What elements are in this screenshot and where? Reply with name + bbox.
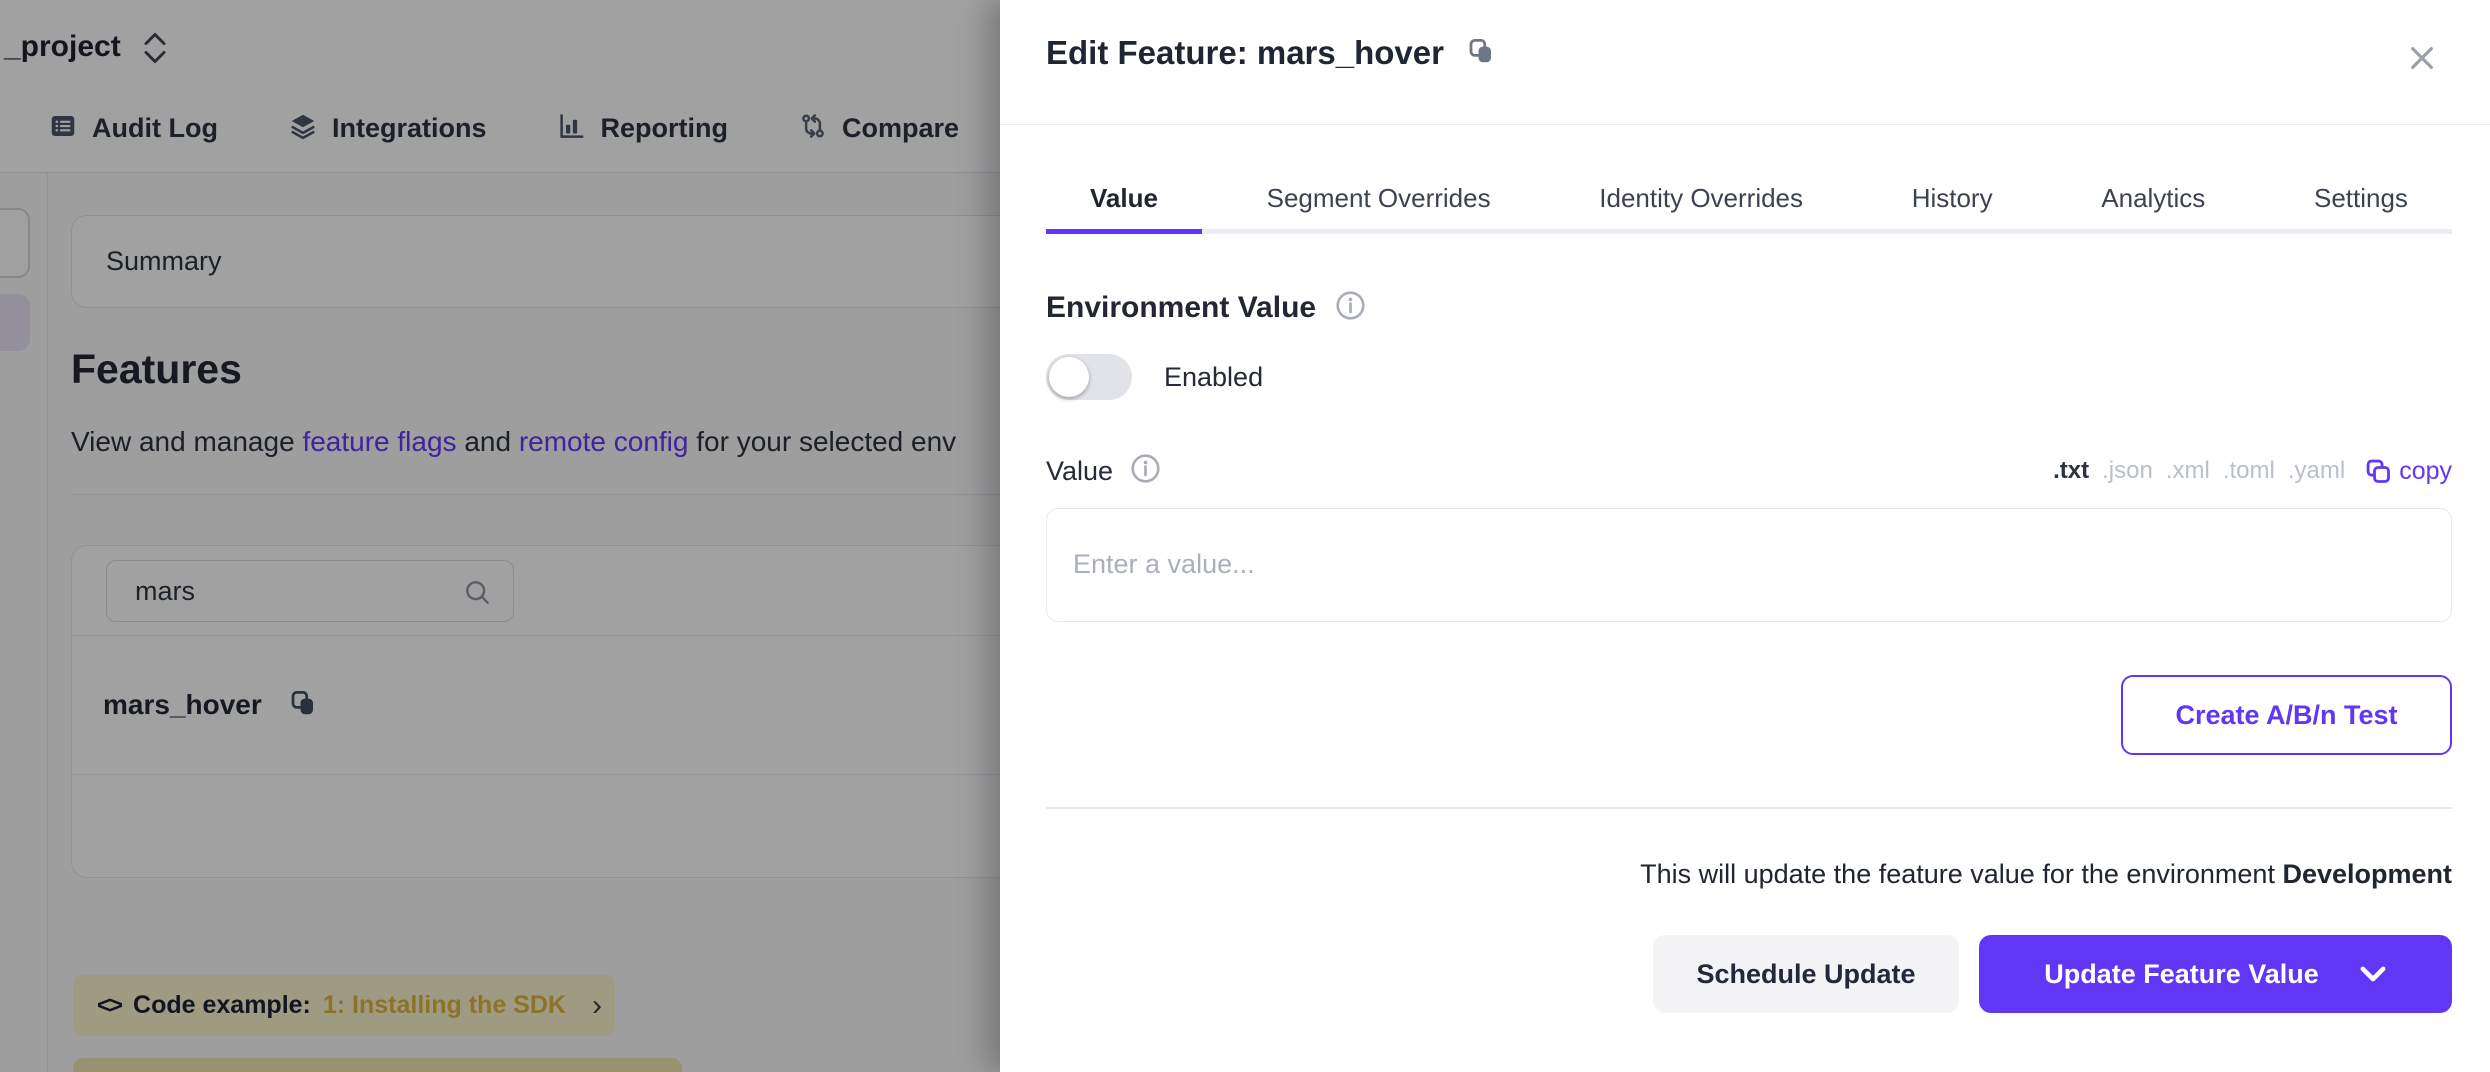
enabled-label: Enabled	[1164, 362, 1263, 393]
file-type-yaml[interactable]: .yaml	[2288, 457, 2345, 485]
file-type-txt[interactable]: .txt	[2053, 457, 2089, 485]
modal-header: Edit Feature: mars_hover	[1000, 0, 2490, 125]
tab-analytics[interactable]: Analytics	[2057, 183, 2249, 229]
chevron-down-icon	[2359, 964, 2387, 984]
feature-value-input[interactable]	[1046, 508, 2452, 622]
file-type-toml[interactable]: .toml	[2223, 457, 2275, 485]
file-type-xml[interactable]: .xml	[2166, 457, 2210, 485]
modal-tabs: Value Segment Overrides Identity Overrid…	[1046, 183, 2452, 234]
schedule-update-button[interactable]: Schedule Update	[1653, 935, 1959, 1013]
copy-value-button[interactable]: copy	[2364, 457, 2452, 486]
edit-feature-modal: Edit Feature: mars_hover Value Segment O…	[1000, 0, 2490, 1072]
tab-settings[interactable]: Settings	[2270, 183, 2452, 229]
modal-footer-divider	[1046, 807, 2452, 809]
toggle-knob	[1049, 357, 1089, 397]
modal-title: Edit Feature: mars_hover	[1046, 34, 1444, 72]
update-feature-value-button[interactable]: Update Feature Value	[1979, 935, 2452, 1013]
file-type-switcher: .txt .json .xml .toml .yaml copy	[2053, 457, 2452, 486]
environment-note: This will update the feature value for t…	[1046, 859, 2452, 890]
close-icon[interactable]	[2406, 42, 2438, 79]
app-screen: _project Audit Log	[0, 0, 2490, 1072]
tab-history[interactable]: History	[1868, 183, 2037, 229]
copy-icon	[2364, 457, 2392, 485]
info-icon[interactable]	[1129, 452, 1162, 490]
tab-identity-overrides[interactable]: Identity Overrides	[1555, 183, 1847, 229]
modal-content: Value Segment Overrides Identity Overrid…	[1000, 183, 2490, 1013]
note-text: This will update the feature value for t…	[1640, 859, 2282, 889]
update-button-label: Update Feature Value	[2044, 959, 2319, 990]
tab-segment-overrides[interactable]: Segment Overrides	[1223, 183, 1535, 229]
create-abn-test-button[interactable]: Create A/B/n Test	[2121, 675, 2452, 755]
environment-name: Development	[2282, 859, 2452, 889]
copy-label: copy	[2399, 457, 2452, 486]
file-type-json[interactable]: .json	[2102, 457, 2153, 485]
copy-feature-name-icon[interactable]	[1466, 36, 1496, 71]
value-label: Value	[1046, 456, 1113, 487]
info-icon[interactable]	[1334, 289, 1367, 327]
environment-value-title: Environment Value	[1046, 291, 1316, 325]
enabled-toggle[interactable]	[1046, 354, 1132, 400]
tab-value[interactable]: Value	[1046, 183, 1202, 234]
